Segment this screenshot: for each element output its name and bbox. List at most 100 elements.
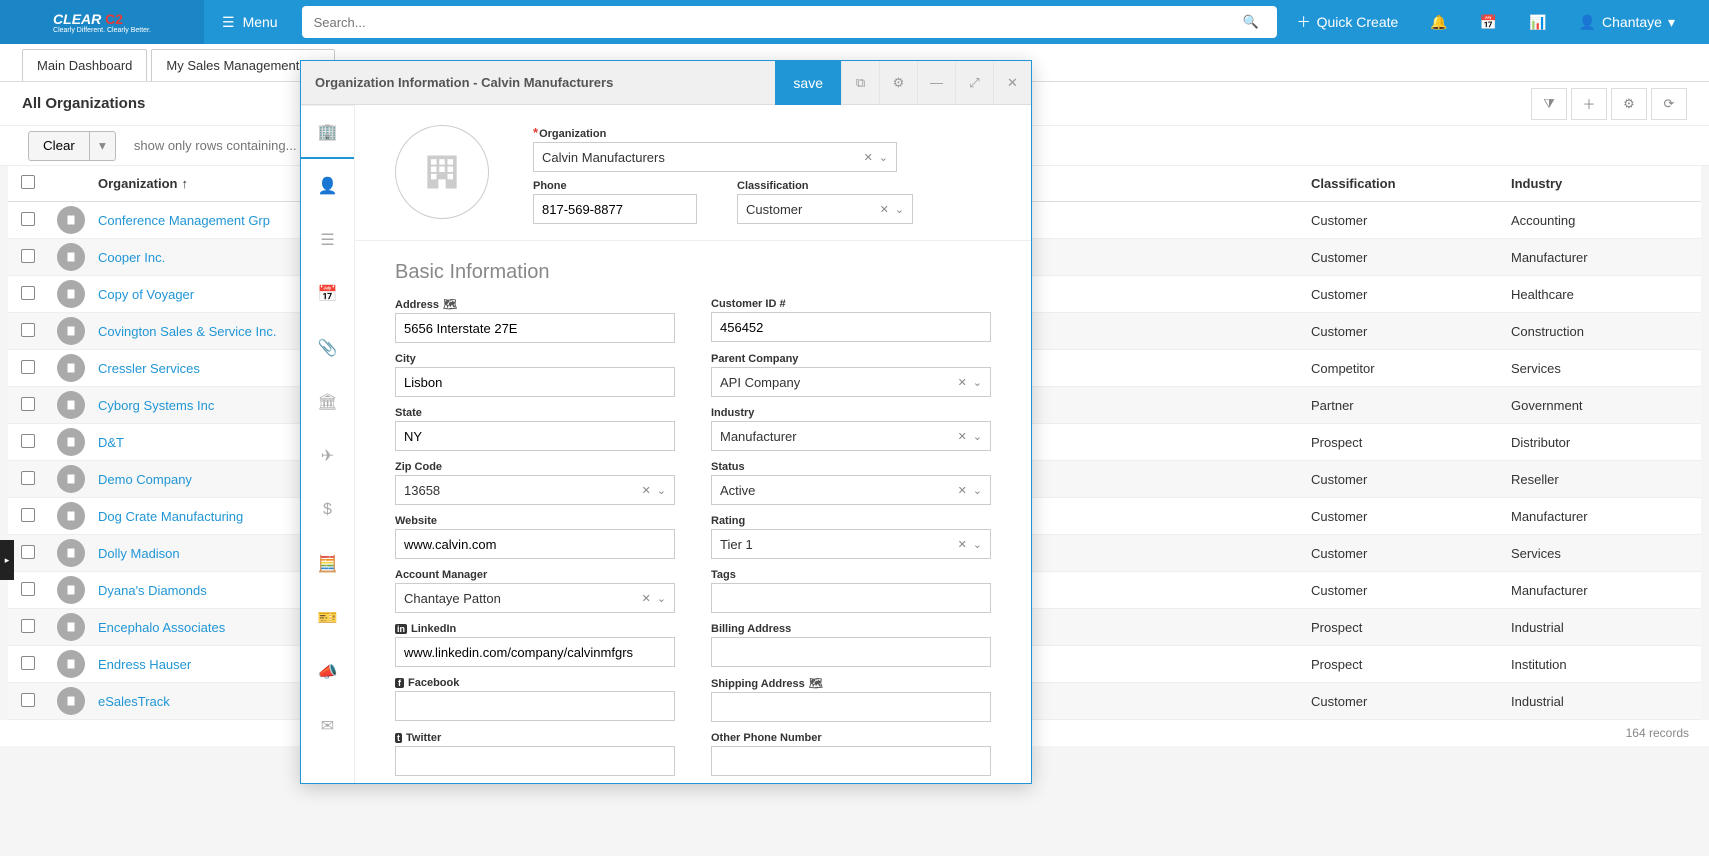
clear-icon[interactable]: ✕ xyxy=(958,538,967,551)
column-classification[interactable]: Classification xyxy=(1301,176,1501,191)
rating-select[interactable]: Tier 1 ✕ ⌄ xyxy=(711,529,991,559)
minimize-button[interactable]: — xyxy=(917,61,955,105)
chevron-down-icon[interactable]: ⌄ xyxy=(973,538,982,551)
row-checkbox[interactable] xyxy=(21,397,35,411)
search-icon[interactable]: 🔍 xyxy=(1243,14,1263,30)
nav-calendar[interactable]: 📅 xyxy=(301,267,354,321)
classification-select[interactable]: Customer ✕ ⌄ xyxy=(737,194,913,224)
row-checkbox[interactable] xyxy=(21,434,35,448)
city-input[interactable] xyxy=(395,367,675,397)
org-link[interactable]: D&T xyxy=(98,435,124,450)
account-manager-select[interactable]: Chantaye Patton ✕ ⌄ xyxy=(395,583,675,613)
save-button[interactable]: save xyxy=(775,61,841,105)
map-icon[interactable]: 🗺 xyxy=(809,678,823,690)
twitter-input[interactable] xyxy=(395,746,675,776)
drawer-handle[interactable]: ▸ xyxy=(0,540,14,580)
row-checkbox[interactable] xyxy=(21,693,35,707)
settings-tool[interactable]: ⚙ xyxy=(1611,88,1647,120)
org-link[interactable]: Encephalo Associates xyxy=(98,620,225,635)
tags-input[interactable] xyxy=(711,583,991,613)
clear-icon[interactable]: ✕ xyxy=(880,203,889,216)
row-checkbox[interactable] xyxy=(21,286,35,300)
organization-select[interactable]: Calvin Manufacturers ✕ ⌄ xyxy=(533,142,897,172)
org-link[interactable]: Demo Company xyxy=(98,472,192,487)
close-button[interactable]: ✕ xyxy=(993,61,1031,105)
nav-org-info[interactable]: 🏢 xyxy=(301,105,354,159)
clear-dropdown[interactable]: ▾ xyxy=(90,131,116,161)
chevron-down-icon[interactable]: ⌄ xyxy=(879,151,888,164)
clear-icon[interactable]: ✕ xyxy=(642,592,651,605)
other-phone-input[interactable] xyxy=(711,746,991,776)
menu-button[interactable]: ☰ Menu xyxy=(204,14,296,31)
clear-icon[interactable]: ✕ xyxy=(642,484,651,497)
row-checkbox[interactable] xyxy=(21,545,35,559)
parent-company-select[interactable]: API Company ✕ ⌄ xyxy=(711,367,991,397)
nav-send[interactable]: ✈ xyxy=(301,429,354,483)
org-link[interactable]: Cooper Inc. xyxy=(98,250,165,265)
chevron-down-icon[interactable]: ⌄ xyxy=(973,484,982,497)
clear-icon[interactable]: ✕ xyxy=(958,430,967,443)
expand-button[interactable]: ⤢ xyxy=(955,61,993,105)
clear-icon[interactable]: ✕ xyxy=(864,151,873,164)
row-checkbox[interactable] xyxy=(21,656,35,670)
row-checkbox[interactable] xyxy=(21,323,35,337)
chevron-down-icon[interactable]: ⌄ xyxy=(657,592,666,605)
state-input[interactable] xyxy=(395,421,675,451)
open-external-button[interactable]: ⧉ xyxy=(841,61,879,105)
filter-tool[interactable]: ⧩ xyxy=(1531,88,1567,120)
chevron-down-icon[interactable]: ⌄ xyxy=(657,484,666,497)
chevron-down-icon[interactable]: ⌄ xyxy=(973,430,982,443)
org-link[interactable]: Dog Crate Manufacturing xyxy=(98,509,243,524)
notifications-button[interactable]: 🔔 xyxy=(1416,14,1461,31)
row-checkbox[interactable] xyxy=(21,582,35,596)
refresh-tool[interactable]: ⟳ xyxy=(1651,88,1687,120)
nav-list[interactable]: ☰ xyxy=(301,213,354,267)
clear-icon[interactable]: ✕ xyxy=(958,376,967,389)
org-link[interactable]: Copy of Voyager xyxy=(98,287,194,302)
org-link[interactable]: Cyborg Systems Inc xyxy=(98,398,214,413)
industry-select[interactable]: Manufacturer ✕ ⌄ xyxy=(711,421,991,451)
nav-tickets[interactable]: 🎫 xyxy=(301,591,354,645)
nav-contacts[interactable]: 👤 xyxy=(301,159,354,213)
org-link[interactable]: Dyana's Diamonds xyxy=(98,583,207,598)
linkedin-input[interactable] xyxy=(395,637,675,667)
org-link[interactable]: Endress Hauser xyxy=(98,657,191,672)
search-input[interactable] xyxy=(302,6,1277,38)
nav-attachments[interactable]: 📎 xyxy=(301,321,354,375)
facebook-input[interactable] xyxy=(395,691,675,721)
calendar-button[interactable]: 📅 xyxy=(1466,14,1511,31)
org-link[interactable]: eSalesTrack xyxy=(98,694,170,709)
row-checkbox[interactable] xyxy=(21,471,35,485)
customerid-input[interactable] xyxy=(711,312,991,342)
status-select[interactable]: Active ✕ ⌄ xyxy=(711,475,991,505)
add-tool[interactable]: ＋ xyxy=(1571,88,1607,120)
row-checkbox[interactable] xyxy=(21,508,35,522)
chevron-down-icon[interactable]: ⌄ xyxy=(973,376,982,389)
nav-calculator[interactable]: 🧮 xyxy=(301,537,354,591)
website-input[interactable] xyxy=(395,529,675,559)
billing-address-input[interactable] xyxy=(711,637,991,667)
chevron-down-icon[interactable]: ⌄ xyxy=(895,203,904,216)
nav-email[interactable]: ✉ xyxy=(301,699,354,753)
user-menu[interactable]: 👤 Chantaye ▾ xyxy=(1565,14,1689,31)
org-avatar[interactable] xyxy=(395,125,489,219)
clear-button[interactable]: Clear xyxy=(28,131,90,161)
map-icon[interactable]: 🗺 xyxy=(443,299,457,311)
row-checkbox[interactable] xyxy=(21,619,35,633)
clear-icon[interactable]: ✕ xyxy=(958,484,967,497)
org-link[interactable]: Covington Sales & Service Inc. xyxy=(98,324,276,339)
org-link[interactable]: Dolly Madison xyxy=(98,546,180,561)
row-checkbox[interactable] xyxy=(21,360,35,374)
modal-settings-button[interactable]: ⚙ xyxy=(879,61,917,105)
analytics-button[interactable]: 📊 xyxy=(1515,14,1560,31)
row-checkbox[interactable] xyxy=(21,212,35,226)
zip-select[interactable]: 13658 ✕ ⌄ xyxy=(395,475,675,505)
address-input[interactable] xyxy=(395,313,675,343)
column-industry[interactable]: Industry xyxy=(1501,176,1701,191)
nav-related-orgs[interactable]: 🏛 xyxy=(301,375,354,429)
tab-main-dashboard[interactable]: Main Dashboard xyxy=(22,49,147,81)
nav-campaigns[interactable]: 📣 xyxy=(301,645,354,699)
row-checkbox[interactable] xyxy=(21,249,35,263)
phone-input[interactable] xyxy=(533,194,697,224)
shipping-address-input[interactable] xyxy=(711,692,991,722)
